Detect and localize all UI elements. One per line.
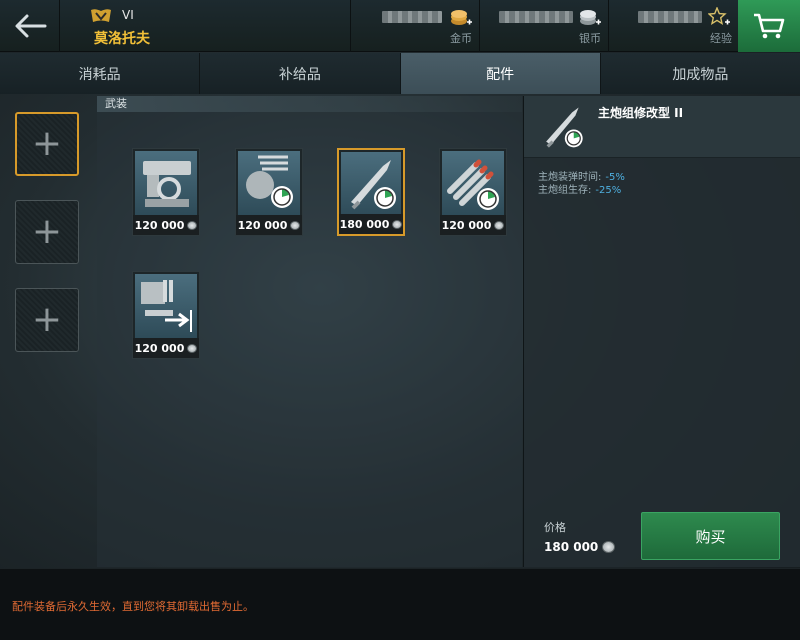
silver-amount-blurred bbox=[499, 11, 573, 23]
upgrade-name: 主炮组修改型 II bbox=[598, 106, 684, 120]
price-value: 180 000 bbox=[544, 540, 616, 554]
top-bar: VI 莫洛托夫 金币 银币 经验 bbox=[0, 0, 800, 52]
exp-label: 经验 bbox=[710, 32, 732, 45]
footer: 配件装备后永久生效，直到您将其卸载出售为止。 bbox=[0, 568, 800, 640]
upgrade-item-5[interactable]: 120 000 bbox=[132, 271, 200, 359]
footer-note: 配件装备后永久生效，直到您将其卸载出售为止。 bbox=[12, 600, 254, 613]
silver-currency[interactable]: 银币 bbox=[479, 0, 607, 52]
back-button[interactable] bbox=[0, 0, 60, 52]
upgrade-slot-3[interactable]: + bbox=[15, 288, 79, 352]
tab-supplies[interactable]: 补给品 bbox=[200, 53, 401, 94]
stat-label: 主炮组生存: bbox=[538, 185, 592, 196]
price-label: 价格 bbox=[544, 521, 566, 534]
silver-coin-icon bbox=[580, 10, 601, 25]
detail-header: 主炮组修改型 II bbox=[524, 96, 800, 158]
secondary-guns-icon bbox=[141, 280, 192, 332]
upgrade-grid: 120 000 120 000 180 000 120 000 120 000 bbox=[97, 112, 522, 567]
buy-button[interactable]: 购买 bbox=[641, 512, 780, 560]
upgrade-detail-panel: 主炮组修改型 II 主炮装弹时间: -5% 主炮组生存: -25% 价格 180 0… bbox=[523, 96, 800, 567]
shell-timer-icon bbox=[546, 107, 583, 148]
exp-amount-blurred bbox=[638, 11, 702, 23]
upgrade-item-4[interactable]: 120 000 bbox=[439, 148, 507, 236]
plus-icon: + bbox=[31, 123, 63, 164]
stat-value: -25% bbox=[595, 185, 622, 196]
silver-label: 银币 bbox=[579, 32, 601, 45]
shell-timer-icon bbox=[351, 160, 396, 210]
ship-info: VI 莫洛托夫 bbox=[90, 6, 330, 48]
silver-coin-icon bbox=[602, 541, 616, 553]
silver-coin-icon bbox=[494, 220, 505, 230]
tab-consumables[interactable]: 消耗品 bbox=[0, 53, 201, 94]
back-arrow-icon bbox=[15, 14, 46, 38]
category-tabs: 消耗品 补给品 配件 加成物品 bbox=[0, 53, 800, 94]
item-price: 120 000 bbox=[237, 218, 288, 232]
upgrade-item-2[interactable]: 120 000 bbox=[235, 148, 303, 236]
gold-coin-icon bbox=[451, 10, 472, 25]
silver-coin-icon bbox=[290, 220, 301, 230]
silver-coin-icon bbox=[187, 220, 198, 230]
rank-badge-icon bbox=[91, 9, 111, 22]
tab-upgrades[interactable]: 配件 bbox=[400, 53, 601, 94]
price-row: 价格 180 000 购买 bbox=[524, 509, 800, 567]
upgrade-slot-2[interactable]: + bbox=[15, 200, 79, 264]
upgrade-item-1[interactable]: 120 000 bbox=[132, 148, 200, 236]
gun-mount-icon bbox=[143, 161, 191, 207]
torpedo-timer-icon bbox=[447, 159, 499, 210]
plus-icon: + bbox=[31, 299, 63, 340]
gold-label: 金币 bbox=[450, 32, 472, 45]
ship-tier: VI bbox=[122, 8, 134, 22]
plus-icon: + bbox=[31, 211, 63, 252]
upgrade-item-3[interactable]: 180 000 bbox=[337, 148, 405, 236]
turret-timer-icon bbox=[246, 155, 293, 208]
stat-row: 主炮组生存: -25% bbox=[538, 181, 621, 196]
tab-boosters[interactable]: 加成物品 bbox=[600, 53, 800, 94]
price-amount: 180 000 bbox=[544, 540, 599, 554]
gold-amount-blurred bbox=[382, 11, 442, 23]
item-price: 180 000 bbox=[339, 217, 390, 231]
upgrade-slot-1[interactable]: + bbox=[15, 112, 79, 176]
cart-button[interactable] bbox=[738, 0, 800, 52]
section-label-armament: 武装 bbox=[97, 96, 522, 112]
star-icon bbox=[708, 7, 730, 25]
silver-coin-icon bbox=[392, 219, 403, 229]
cart-icon bbox=[754, 13, 785, 39]
item-price: 120 000 bbox=[134, 341, 185, 355]
silver-coin-icon bbox=[187, 343, 198, 353]
ship-name: 莫洛托夫 bbox=[94, 31, 150, 47]
item-price: 120 000 bbox=[441, 218, 492, 232]
item-price: 120 000 bbox=[134, 218, 185, 232]
gold-currency[interactable]: 金币 bbox=[350, 0, 478, 52]
exp-currency[interactable]: 经验 bbox=[608, 0, 738, 52]
